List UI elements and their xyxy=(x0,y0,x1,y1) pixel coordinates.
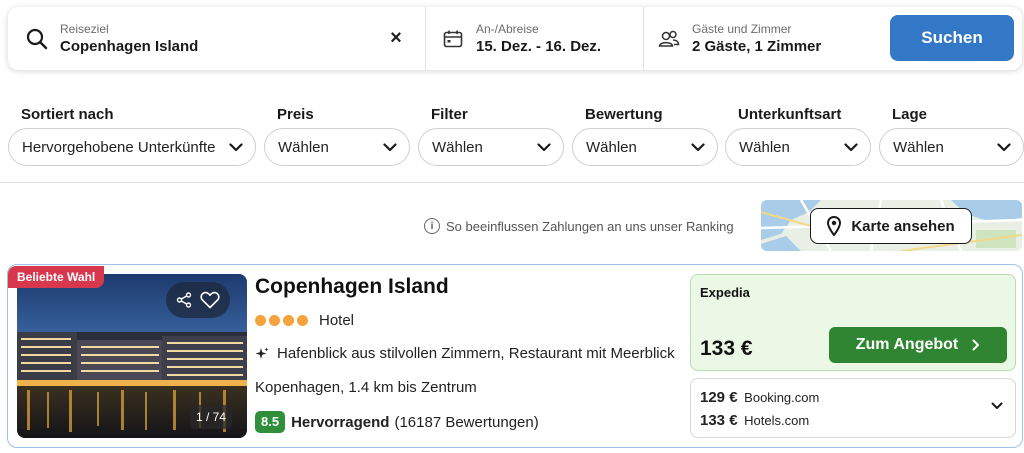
filter-location: Lage Wählen xyxy=(879,105,1024,166)
filter-rating: Bewertung Wählen xyxy=(572,105,718,166)
ranking-info-text: So beeinflussen Zahlungen an uns unser R… xyxy=(446,218,734,234)
show-map-button[interactable]: Karte ansehen xyxy=(810,208,972,244)
ranking-info-link[interactable]: i So beeinflussen Zahlungen an uns unser… xyxy=(424,218,734,234)
other-offer-provider: Booking.com xyxy=(744,390,820,405)
heart-icon[interactable] xyxy=(200,291,220,309)
chevron-down-icon xyxy=(229,140,243,154)
filter-sort-label: Sortiert nach xyxy=(21,106,114,123)
hotel-rating: 8.5 Hervorragend (16187 Bewertungen) xyxy=(255,411,539,433)
dates-field[interactable]: An-/Abreise 15. Dez. - 16. Dez. xyxy=(426,7,644,70)
other-offer-provider: Hotels.com xyxy=(744,413,810,428)
show-map-label: Karte ansehen xyxy=(851,217,955,235)
rating-score-badge: 8.5 xyxy=(255,411,286,433)
guests-icon xyxy=(658,28,680,50)
hotel-highlight: Hafenblick aus stilvollen Zimmern, Resta… xyxy=(255,345,675,362)
other-offer-price: 133 € xyxy=(700,412,738,429)
popular-badge: Beliebte Wahl xyxy=(8,266,105,288)
guests-label: Gäste und Zimmer xyxy=(692,21,792,36)
filter-property-type-label: Unterkunftsart xyxy=(738,106,842,123)
filter-value: Wählen xyxy=(432,138,483,156)
rating-dropdown[interactable]: Wählen xyxy=(572,128,718,166)
other-offer-row: 133 € Hotels.com xyxy=(700,412,809,429)
filter-price: Preis Wählen xyxy=(264,105,410,166)
chevron-down-icon xyxy=(537,140,551,154)
share-icon[interactable] xyxy=(176,292,192,308)
rating-word: Hervorragend xyxy=(291,413,390,431)
sparkle-icon xyxy=(255,347,269,361)
hotel-stars: Hotel xyxy=(255,312,354,329)
filter-filter: Filter Wählen xyxy=(418,105,564,166)
clear-destination-icon[interactable]: × xyxy=(385,27,407,49)
view-deal-button[interactable]: Zum Angebot xyxy=(829,327,1007,363)
location-value: Wählen xyxy=(893,138,944,156)
dates-label: An-/Abreise xyxy=(476,21,539,36)
offer-provider: Expedia xyxy=(700,285,750,300)
filter-sort: Sortiert nach Hervorgehobene Unterkünfte xyxy=(8,105,256,166)
dates-value[interactable]: 15. Dez. - 16. Dez. xyxy=(476,37,601,57)
guests-value[interactable]: 2 Gäste, 1 Zimmer xyxy=(692,37,821,57)
property-type-dropdown[interactable]: Wählen xyxy=(725,128,871,166)
hotel-highlight-text: Hafenblick aus stilvollen Zimmern, Resta… xyxy=(277,345,675,362)
chevron-down-icon[interactable] xyxy=(991,402,1003,410)
search-button[interactable]: Suchen xyxy=(890,15,1014,61)
calendar-icon xyxy=(442,28,464,50)
filter-location-label: Lage xyxy=(892,106,928,123)
search-bar: Reiseziel Copenhagen Island × An-/Abreis… xyxy=(8,7,1022,70)
destination-value[interactable]: Copenhagen Island xyxy=(60,37,198,57)
filter-dropdown[interactable]: Wählen xyxy=(418,128,564,166)
chevron-down-icon xyxy=(844,140,858,154)
sort-value: Hervorgehobene Unterkünfte xyxy=(22,138,216,156)
filter-rating-label: Bewertung xyxy=(585,106,663,123)
search-icon xyxy=(26,28,48,50)
rating-value: Wählen xyxy=(586,138,637,156)
sort-dropdown[interactable]: Hervorgehobene Unterkünfte xyxy=(8,128,256,166)
location-dropdown[interactable]: Wählen xyxy=(879,128,1024,166)
other-offer-price: 129 € xyxy=(700,389,738,406)
chevron-down-icon xyxy=(997,140,1011,154)
photo-counter: 1 / 74 xyxy=(190,405,233,429)
other-offer-row: 129 € Booking.com xyxy=(700,389,819,406)
destination-field[interactable]: Reiseziel Copenhagen Island × xyxy=(8,7,426,70)
star-dot-icon xyxy=(297,315,308,326)
chevron-down-icon xyxy=(691,140,705,154)
filter-property-type: Unterkunftsart Wählen xyxy=(725,105,871,166)
filter-price-label: Preis xyxy=(277,106,314,123)
filter-bar: Sortiert nach Hervorgehobene Unterkünfte… xyxy=(8,105,1024,167)
star-dot-icon xyxy=(269,315,280,326)
best-offer-box[interactable]: Expedia 133 € Zum Angebot xyxy=(690,274,1016,371)
star-dot-icon xyxy=(255,315,266,326)
chevron-down-icon xyxy=(383,140,397,154)
destination-label: Reiseziel xyxy=(60,21,109,36)
hotel-name[interactable]: Copenhagen Island xyxy=(255,275,449,299)
guests-field[interactable]: Gäste und Zimmer 2 Gäste, 1 Zimmer xyxy=(644,7,878,70)
divider xyxy=(0,182,1024,183)
other-offers-box[interactable]: 129 € Booking.com 133 € Hotels.com xyxy=(690,378,1016,438)
filter-filter-label: Filter xyxy=(431,106,468,123)
star-dot-icon xyxy=(283,315,294,326)
property-type-value: Wählen xyxy=(739,138,790,156)
hotel-type: Hotel xyxy=(319,312,355,329)
review-count: (16187 Bewertungen) xyxy=(394,413,539,431)
price-value: Wählen xyxy=(278,138,329,156)
info-icon: i xyxy=(424,218,440,234)
offer-price: 133 € xyxy=(700,337,753,360)
map-pin-icon xyxy=(827,216,842,236)
view-deal-label: Zum Angebot xyxy=(855,336,959,353)
hotel-location: Kopenhagen, 1.4 km bis Zentrum xyxy=(255,379,477,396)
photo-actions xyxy=(166,282,230,318)
price-dropdown[interactable]: Wählen xyxy=(264,128,410,166)
chevron-right-icon xyxy=(972,339,980,351)
